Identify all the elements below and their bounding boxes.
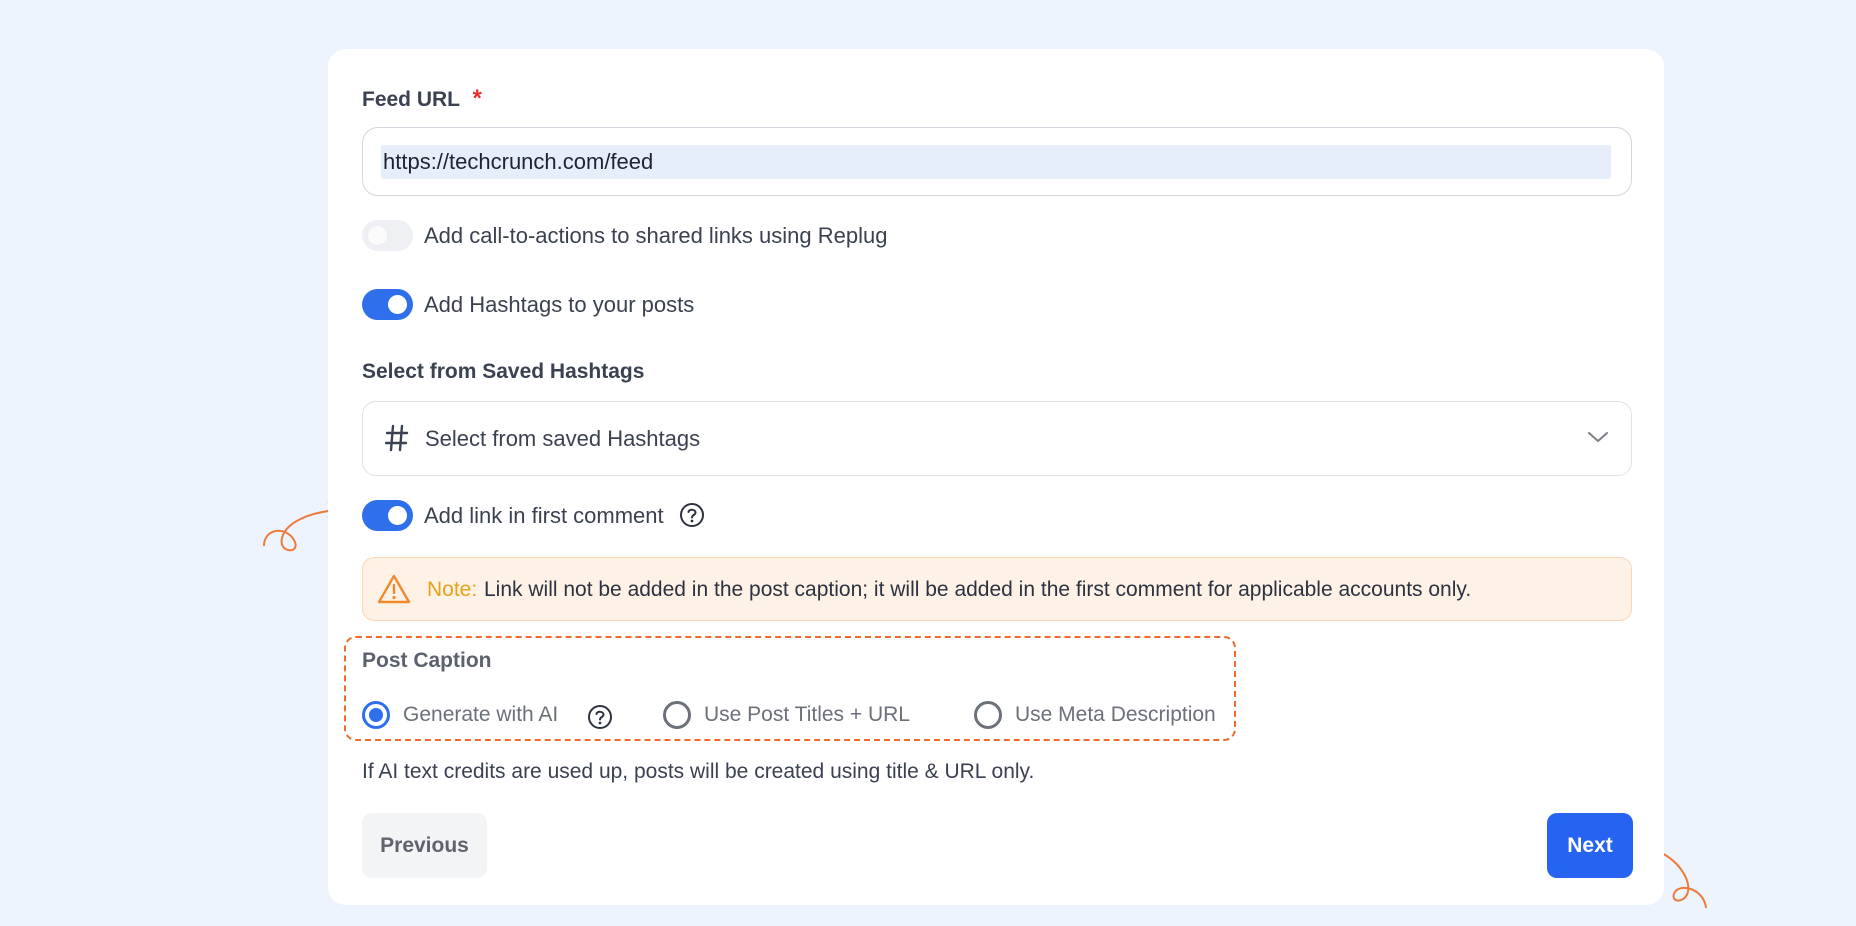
hashtag-icon (385, 424, 409, 452)
feed-url-input[interactable]: https://techcrunch.com/feed (362, 127, 1632, 196)
feed-settings-card: Feed URL * https://techcrunch.com/feed A… (328, 49, 1664, 905)
first-comment-toggle-label: Add link in first comment (424, 503, 664, 528)
post-caption-label: Post Caption (362, 649, 492, 672)
radio-label-generate-with-ai: Generate with AI (403, 703, 559, 726)
help-icon[interactable] (679, 502, 705, 528)
radio-label-meta-description: Use Meta Description (1015, 703, 1216, 726)
feed-url-label: Feed URL (362, 88, 461, 111)
radio-generate-with-ai[interactable] (362, 701, 390, 729)
cta-toggle-label: Add call-to-actions to shared links usin… (424, 223, 888, 248)
previous-button[interactable]: Previous (362, 813, 487, 878)
toggle-knob (388, 295, 407, 314)
toggle-knob (388, 506, 407, 525)
note-banner: Note: Link will not be added in the post… (362, 557, 1632, 621)
toggle-knob (368, 226, 387, 245)
help-icon[interactable] (587, 704, 613, 730)
saved-hashtags-placeholder: Select from saved Hashtags (425, 426, 701, 451)
note-body: Link will not be added in the post capti… (484, 578, 1472, 601)
ai-credits-info-text: If AI text credits are used up, posts wi… (362, 760, 1035, 783)
feed-url-label-row: Feed URL * (362, 85, 482, 113)
radio-meta-description[interactable] (974, 701, 1002, 729)
radio-dot (369, 708, 383, 722)
radio-label-post-titles-url: Use Post Titles + URL (704, 703, 910, 726)
saved-hashtags-label: Select from Saved Hashtags (362, 360, 645, 383)
saved-hashtags-select[interactable]: Select from saved Hashtags (362, 401, 1632, 476)
cta-toggle[interactable] (362, 220, 413, 251)
hashtags-toggle[interactable] (362, 289, 413, 320)
next-button[interactable]: Next (1547, 813, 1633, 878)
note-title: Note: (427, 578, 478, 601)
feed-url-value: https://techcrunch.com/feed (383, 149, 654, 174)
first-comment-toggle[interactable] (362, 500, 413, 531)
warning-icon (377, 574, 411, 604)
radio-post-titles-url[interactable] (663, 701, 691, 729)
hashtags-toggle-label: Add Hashtags to your posts (424, 292, 695, 317)
required-asterisk: * (472, 85, 482, 112)
chevron-down-icon (1588, 432, 1608, 443)
